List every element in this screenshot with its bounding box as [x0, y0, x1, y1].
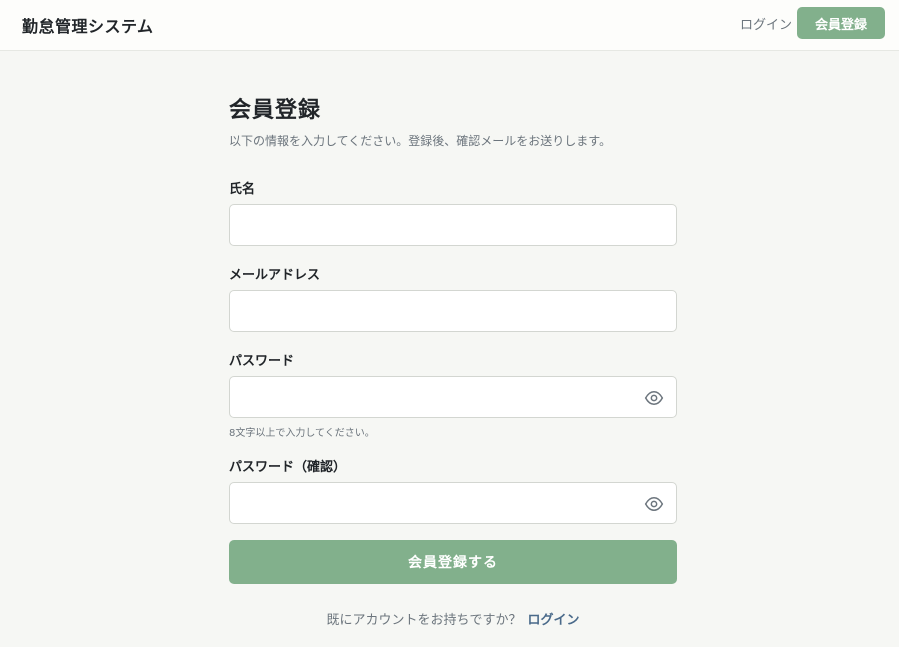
- password-input[interactable]: [230, 377, 676, 417]
- nav-register-button[interactable]: 会員登録: [797, 7, 885, 39]
- nav-login-link[interactable]: ログイン: [740, 14, 792, 33]
- top-navbar: 勤怠管理システム ログイン 会員登録: [0, 0, 899, 51]
- email-input-wrapper: [229, 290, 677, 332]
- email-field-group: メールアドレス: [229, 264, 677, 332]
- registration-form: 会員登録 以下の情報を入力してください。登録後、確認メールをお送りします。 氏名…: [229, 92, 677, 628]
- login-prompt: 既にアカウントをお持ちですか？ ログイン: [229, 609, 677, 628]
- password-confirm-input-wrapper: [229, 482, 677, 524]
- eye-icon[interactable]: [644, 388, 664, 408]
- name-input-wrapper: [229, 204, 677, 246]
- page-title: 会員登録: [229, 98, 322, 123]
- login-prompt-text: 既にアカウントをお持ちですか？: [326, 613, 522, 628]
- email-label: メールアドレス: [229, 268, 321, 283]
- password-confirm-input[interactable]: [230, 483, 676, 523]
- eye-icon[interactable]: [644, 494, 664, 514]
- name-input[interactable]: [230, 205, 676, 245]
- footer-login-link[interactable]: ログイン: [528, 613, 580, 628]
- password-hint: 8文字以上で入力してください。: [229, 428, 375, 439]
- password-confirm-label: パスワード（確認）: [229, 460, 347, 475]
- submit-register-button[interactable]: 会員登録する: [229, 540, 677, 584]
- password-input-wrapper: [229, 376, 677, 418]
- password-label: パスワード: [229, 354, 295, 369]
- email-input[interactable]: [230, 291, 676, 331]
- name-label: 氏名: [229, 182, 256, 197]
- password-confirm-field-group: パスワード（確認）: [229, 456, 677, 524]
- name-field-group: 氏名: [229, 178, 677, 246]
- app-title: 勤怠管理システム: [22, 17, 154, 36]
- page-subtitle: 以下の情報を入力してください。登録後、確認メールをお送りします。: [229, 134, 612, 148]
- password-field-group: パスワード 8文字以上で入力してください。: [229, 350, 677, 439]
